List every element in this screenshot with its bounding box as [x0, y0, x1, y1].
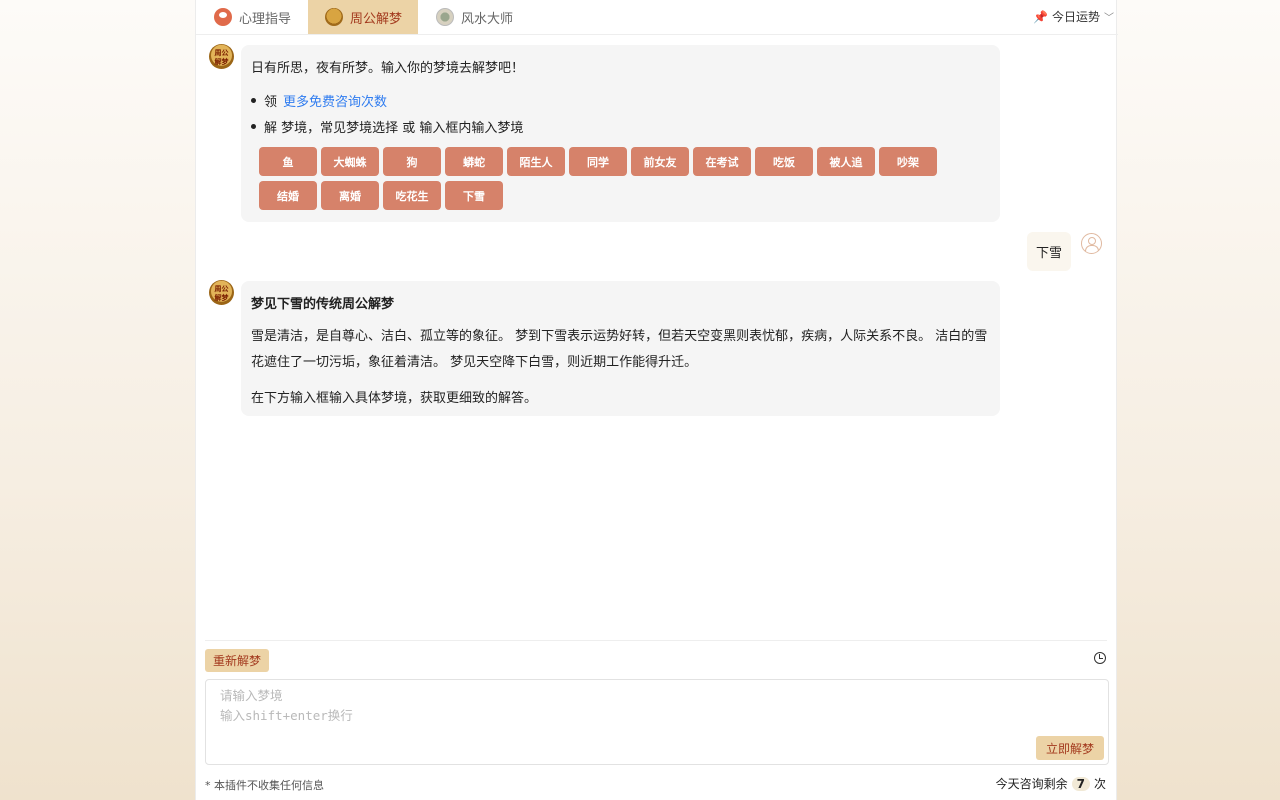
bot-avatar: 周公解梦: [209, 44, 234, 69]
history-icon[interactable]: [1094, 652, 1106, 664]
tab-dream-interpretation[interactable]: 周公解梦: [308, 0, 418, 34]
fortune-label: 今日运势: [1051, 10, 1100, 24]
tab-psychology[interactable]: 心理指导: [214, 0, 302, 34]
dream-chip[interactable]: 前女友: [631, 147, 689, 176]
tab-label: 心理指导: [239, 11, 292, 27]
list-item: 解 梦境，常见梦境选择 或 输入框内输入梦境: [251, 117, 523, 136]
dream-input[interactable]: [206, 680, 1108, 764]
bot-avatar-text: 周公解梦: [214, 283, 229, 302]
quota-count: 7: [1071, 776, 1090, 791]
zhougong-icon: [325, 8, 343, 26]
dream-chip[interactable]: 在考试: [693, 147, 751, 176]
list-item-text: 解 梦境，常见梦境选择 或 输入框内输入梦境: [264, 121, 524, 136]
dream-chip[interactable]: 陌生人: [507, 147, 565, 176]
fengshui-icon: [436, 8, 454, 26]
dream-input-box: 立即解梦: [205, 679, 1109, 765]
user-avatar-icon: [1081, 233, 1102, 254]
dream-chip[interactable]: 吃饭: [755, 147, 813, 176]
bot-message-answer: 梦见下雪的传统周公解梦 雪是清洁，是自尊心、洁白、孤立等的象征。 梦到下雪表示运…: [241, 281, 1000, 416]
dream-chip[interactable]: 结婚: [259, 181, 317, 210]
user-message: 下雪: [1027, 232, 1071, 271]
tab-bar: 心理指导 周公解梦 风水大师 📌 今日运势 ﹀: [196, 0, 1118, 35]
quota-suffix: 次: [1093, 777, 1106, 791]
daily-fortune-dropdown[interactable]: 📌 今日运势 ﹀: [1033, 8, 1114, 25]
dream-chip[interactable]: 蟒蛇: [445, 147, 503, 176]
dream-chip[interactable]: 狗: [383, 147, 441, 176]
divider: [205, 640, 1107, 641]
submit-button[interactable]: 立即解梦: [1036, 736, 1104, 760]
reset-button[interactable]: 重新解梦: [205, 649, 269, 672]
dream-chip[interactable]: 离婚: [321, 181, 379, 210]
background-right: [1117, 0, 1280, 800]
bullet: [251, 124, 256, 129]
bot-avatar: 周公解梦: [209, 280, 234, 305]
free-consult-link[interactable]: 更多免费咨询次数: [283, 91, 387, 110]
pin-icon: 📌: [1033, 9, 1048, 24]
privacy-note: * 本插件不收集任何信息: [205, 779, 324, 792]
answer-hint: 在下方输入框输入具体梦境，获取更细致的解答。: [251, 391, 538, 406]
dream-chip[interactable]: 吵架: [879, 147, 937, 176]
dream-chip[interactable]: 同学: [569, 147, 627, 176]
dream-chip[interactable]: 被人追: [817, 147, 875, 176]
list-item-prefix: 领: [264, 95, 278, 110]
background-left: [0, 0, 195, 800]
bot-message-intro: 日有所思，夜有所梦。输入你的梦境去解梦吧！ 领 更多免费咨询次数 解 梦境，常见…: [241, 45, 1000, 222]
psychology-icon: [214, 8, 232, 26]
bullet: [251, 98, 256, 103]
bot-avatar-text: 周公解梦: [214, 47, 229, 66]
greeting-text: 日有所思，夜有所梦。输入你的梦境去解梦吧！: [251, 61, 525, 76]
quota-prefix: 今天咨询剩余: [995, 777, 1068, 791]
tab-label: 周公解梦: [350, 11, 403, 27]
quota-indicator: 今天咨询剩余 7 次: [996, 775, 1106, 792]
answer-paragraph: 雪是清洁，是自尊心、洁白、孤立等的象征。 梦到下雪表示运势好转，但若天空变黑则表…: [251, 329, 988, 370]
dream-chip[interactable]: 吃花生: [383, 181, 441, 210]
tab-fengshui[interactable]: 风水大师: [436, 0, 524, 34]
plugin-panel: 心理指导 周公解梦 风水大师 📌 今日运势 ﹀ 周公解梦 日有所思，夜有所梦。输…: [195, 0, 1118, 800]
list-item: 领 更多免费咨询次数: [251, 91, 387, 110]
chevron-down-icon: ﹀: [1104, 13, 1114, 24]
answer-title: 梦见下雪的传统周公解梦: [251, 297, 395, 312]
dream-chip[interactable]: 大蜘蛛: [321, 147, 379, 176]
dream-chip[interactable]: 鱼: [259, 147, 317, 176]
dream-chip[interactable]: 下雪: [445, 181, 503, 210]
tab-label: 风水大师: [461, 11, 514, 27]
